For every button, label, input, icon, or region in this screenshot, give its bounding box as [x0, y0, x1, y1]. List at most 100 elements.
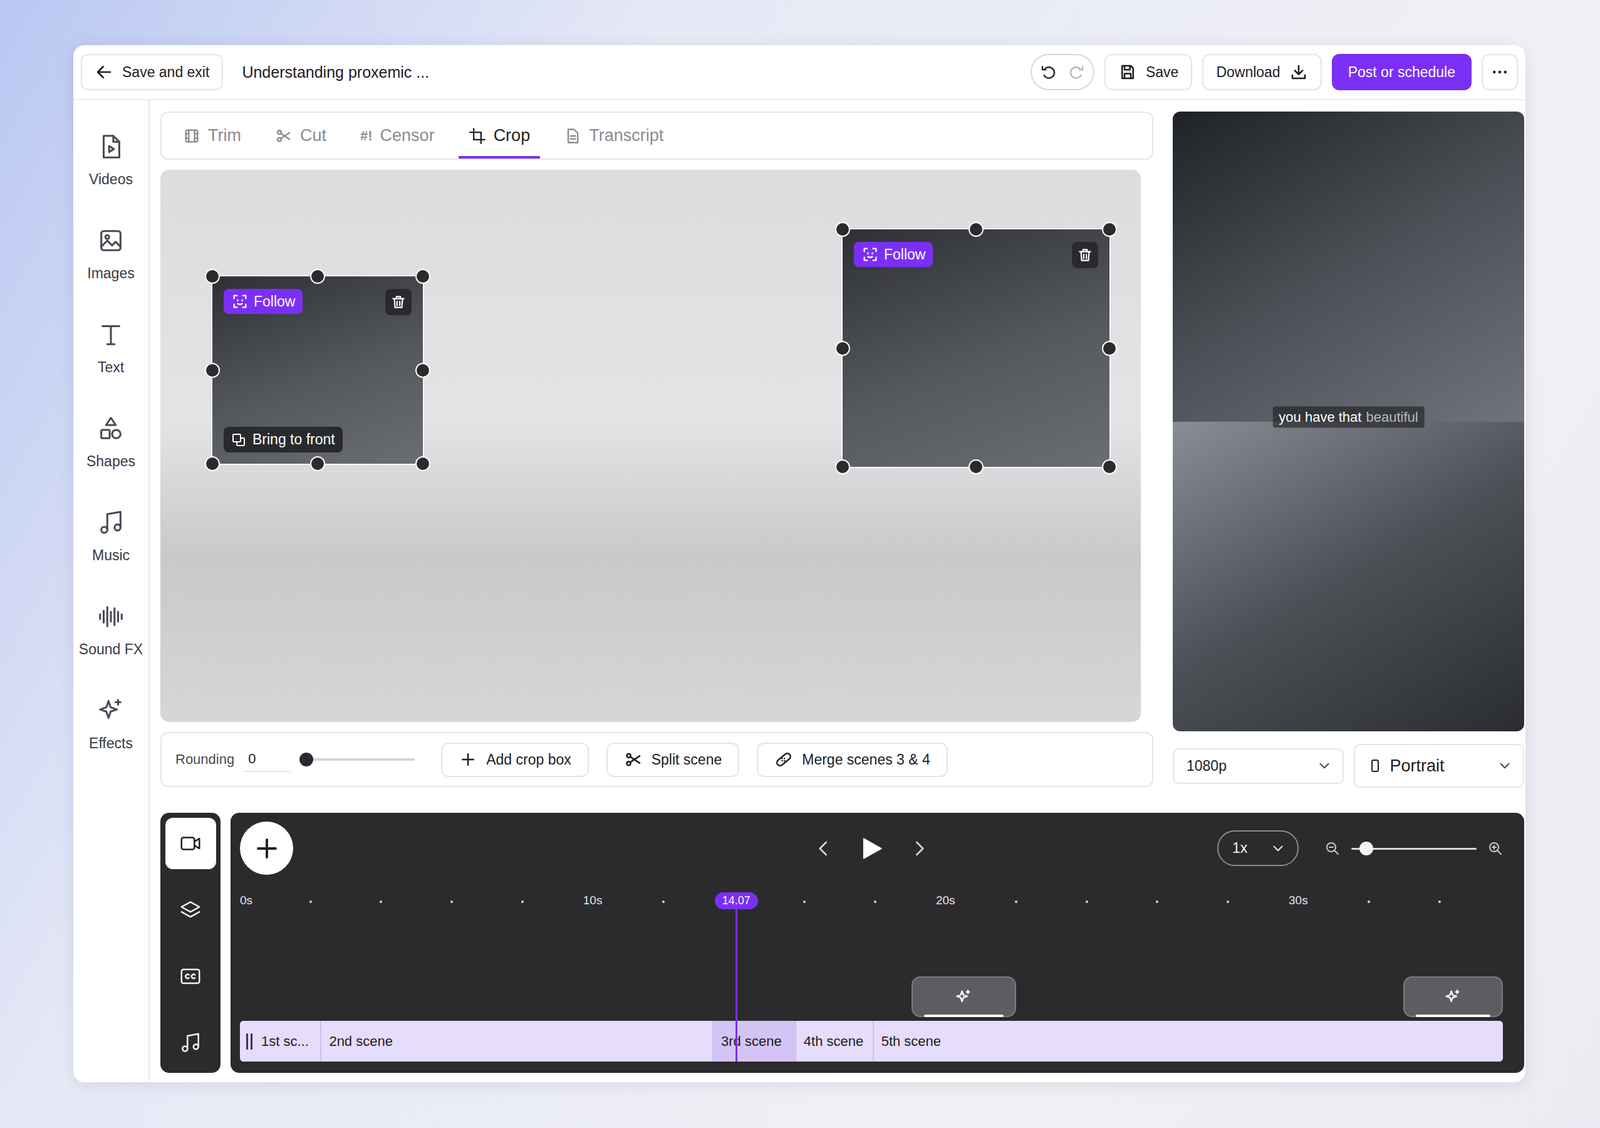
rounding-input[interactable]: 0 [243, 746, 291, 772]
bring-to-front-label: Bring to front [252, 431, 336, 448]
zoom-out-icon[interactable] [1324, 840, 1341, 856]
chevron-down-icon [1316, 757, 1333, 774]
control-button[interactable]: Add crop box [441, 742, 589, 777]
follow-badge[interactable]: Follow [223, 288, 303, 314]
next-button[interactable] [909, 837, 929, 859]
layers-icon [178, 897, 203, 922]
sidebar-label: Effects [88, 734, 133, 752]
tab-label: Crop [493, 125, 531, 146]
preview-column: you have thatbeautiful 1080p Portrait [1172, 111, 1525, 788]
scene-track: 1st sc... 2nd scene 3rd scene 4th scene … [239, 1020, 1503, 1062]
slider-thumb[interactable] [299, 752, 314, 767]
undo-button[interactable] [1039, 62, 1059, 82]
resize-handle[interactable] [1101, 221, 1117, 237]
timeline-tool[interactable] [165, 1016, 217, 1069]
save-and-exit-button[interactable]: Save and exit [80, 53, 224, 91]
resize-handle[interactable] [415, 362, 431, 378]
ruler-label: 30s [1288, 893, 1309, 908]
resize-handle[interactable] [204, 456, 220, 472]
document-icon [563, 127, 582, 145]
rounding-slider[interactable] [299, 751, 415, 767]
sidebar-item[interactable]: Shapes [73, 394, 149, 489]
sidebar-item[interactable]: Effects [73, 676, 149, 771]
zoom-slider[interactable] [1351, 840, 1477, 856]
sidebar-item[interactable]: Sound FX [73, 582, 149, 677]
text-icon [96, 320, 126, 349]
sidebar-item[interactable]: Images [73, 206, 149, 301]
tab[interactable]: #! Censor [350, 112, 445, 159]
orientation-value: Portrait [1390, 756, 1490, 776]
redo-button[interactable] [1066, 62, 1086, 82]
zoom-in-icon[interactable] [1487, 840, 1503, 856]
add-media-button[interactable] [239, 821, 294, 875]
project-title[interactable]: Understanding proxemic ... [241, 63, 430, 82]
scene-clip[interactable]: 5th scene [872, 1020, 1503, 1062]
download-button[interactable]: Download [1202, 53, 1322, 91]
crop-box[interactable]: Follow Bring to front [211, 275, 425, 465]
plus-icon [253, 835, 281, 862]
resolution-dropdown[interactable]: 1080p [1172, 748, 1344, 784]
speed-value: 1x [1232, 839, 1248, 857]
save-button[interactable]: Save [1104, 53, 1193, 91]
tab[interactable]: Trim [172, 112, 252, 159]
timeline-tool[interactable] [165, 883, 217, 936]
scene-clip[interactable]: 4th scene [794, 1020, 873, 1062]
play-button[interactable] [858, 833, 885, 863]
delete-crop-button[interactable] [1071, 241, 1099, 269]
speed-dropdown[interactable]: 1x [1217, 830, 1299, 866]
resolution-value: 1080p [1186, 757, 1227, 775]
tab[interactable]: Crop [458, 112, 541, 159]
effect-marker[interactable] [1403, 976, 1503, 1017]
scene-clip[interactable]: 2nd scene [320, 1020, 713, 1062]
more-button[interactable] [1481, 53, 1518, 91]
resize-handle[interactable] [835, 459, 851, 475]
resize-handle[interactable] [204, 268, 220, 284]
bring-to-front-button[interactable]: Bring to front [223, 426, 343, 453]
sidebar-item[interactable]: Videos [73, 112, 149, 207]
resize-handle[interactable] [1101, 340, 1117, 356]
resize-handle[interactable] [835, 340, 851, 356]
trash-icon [390, 293, 407, 311]
resize-handle[interactable] [310, 456, 326, 472]
ruler-label: 0s [239, 893, 253, 908]
effect-marker[interactable] [911, 976, 1017, 1017]
video-camera-icon [178, 831, 203, 856]
crop-box[interactable]: Follow [841, 228, 1111, 468]
zoom-thumb[interactable] [1359, 841, 1374, 856]
delete-crop-button[interactable] [385, 288, 412, 316]
post-or-schedule-button[interactable]: Post or schedule [1331, 53, 1472, 91]
sidebar-item[interactable]: Text [73, 300, 149, 395]
preview-bottom-frame [1172, 421, 1525, 732]
tab-bar: Trim Cut #! Censor Crop Transcript [160, 111, 1154, 160]
save-label: Save [1145, 63, 1179, 81]
timeline-tool[interactable] [165, 950, 217, 1002]
upper-area: Trim Cut #! Censor Crop Transcript Follow… [160, 111, 1525, 788]
previous-button[interactable] [814, 837, 834, 859]
resize-handle[interactable] [415, 456, 431, 472]
control-button[interactable]: Split scene [606, 742, 740, 777]
control-button[interactable]: Merge scenes 3 & 4 [756, 742, 948, 777]
layers-front-icon [231, 432, 247, 448]
scene-clip[interactable]: 3rd scene [712, 1020, 795, 1062]
sidebar-item[interactable]: Music [73, 488, 149, 583]
resize-handle[interactable] [310, 268, 326, 284]
scene-clip[interactable]: 1st sc... [239, 1020, 321, 1062]
tab[interactable]: Transcript [553, 112, 674, 159]
timeline-tool[interactable] [165, 817, 217, 869]
video-canvas[interactable]: Follow Bring to front Follow [160, 169, 1141, 722]
resize-handle[interactable] [835, 221, 851, 237]
follow-badge[interactable]: Follow [853, 241, 933, 267]
ruler-label: 10s [583, 893, 603, 908]
tab[interactable]: Cut [264, 112, 337, 159]
resize-handle[interactable] [968, 459, 984, 475]
resize-handle[interactable] [415, 268, 431, 284]
resize-handle[interactable] [1101, 459, 1117, 475]
redo-icon [1066, 62, 1086, 82]
resize-handle[interactable] [204, 362, 220, 378]
ruler-dot [873, 900, 877, 903]
timeline-settings: 1x [1217, 830, 1503, 866]
follow-label: Follow [883, 246, 926, 264]
drag-handle-icon[interactable] [246, 1033, 253, 1050]
orientation-dropdown[interactable]: Portrait [1353, 743, 1525, 788]
resize-handle[interactable] [968, 221, 984, 237]
